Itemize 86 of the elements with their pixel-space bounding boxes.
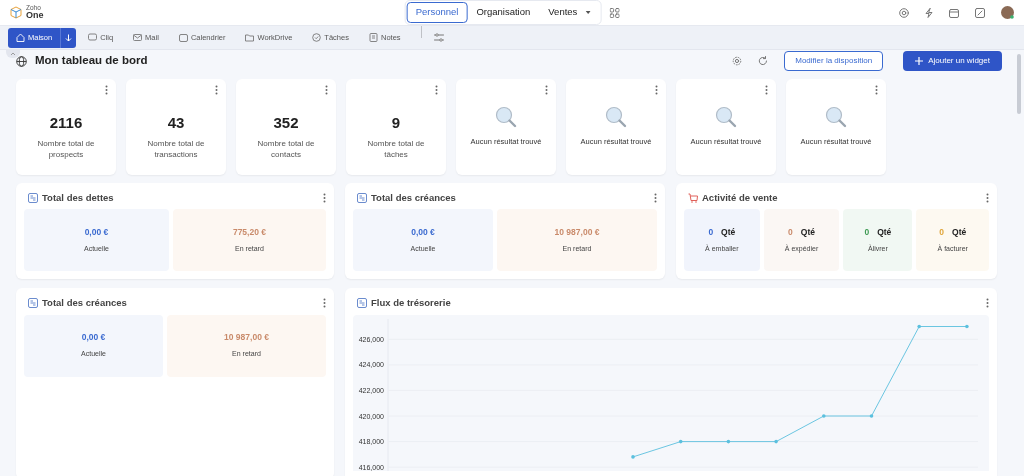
more-icon[interactable]	[765, 85, 768, 95]
widget-title: Activité de vente	[702, 191, 778, 205]
data-point	[965, 324, 969, 328]
chat-icon	[88, 33, 98, 42]
data-point	[917, 324, 921, 328]
quantity-unit: Qté	[721, 226, 736, 239]
amount-value: 10 987,00 €	[554, 226, 600, 239]
amount-value: 10 987,00 €	[224, 331, 269, 345]
report-icon	[28, 193, 38, 204]
activity-count: 0	[864, 226, 870, 239]
stat-value: 9	[391, 112, 401, 133]
workspace-tab[interactable]: Ventes	[539, 2, 600, 23]
avatar-icon[interactable]	[1001, 6, 1014, 19]
more-icon[interactable]	[323, 193, 326, 203]
data-point	[678, 439, 683, 443]
more-icon[interactable]	[986, 193, 989, 203]
workspace-tab[interactable]: Organisation	[467, 2, 540, 23]
more-icon[interactable]	[435, 85, 438, 95]
stat-value: 2116	[49, 112, 83, 133]
edit-layout-button[interactable]: Modifier la disposition	[784, 51, 884, 71]
activity-count: 0	[788, 226, 793, 239]
stat-label: Nombre total de contacts	[256, 138, 316, 161]
cart-icon	[688, 193, 698, 204]
more-icon[interactable]	[654, 193, 657, 203]
page-title: Mon tableau de bord	[35, 53, 148, 69]
stat-label: Nombre total de transactions	[146, 138, 206, 161]
data-point	[726, 439, 731, 443]
widget-title: Total des créances	[371, 191, 456, 205]
data-point	[631, 454, 635, 459]
stat-value: 43	[167, 112, 185, 133]
more-icon[interactable]	[105, 85, 108, 95]
stat-label: Nombre total de prospects	[36, 138, 96, 161]
activity-count: 0	[708, 226, 714, 239]
data-point	[822, 413, 826, 418]
notebook-icon	[368, 33, 378, 42]
more-icon[interactable]	[875, 85, 878, 95]
folder-icon	[245, 33, 255, 42]
home-icon	[16, 33, 25, 42]
cube-logo-icon	[10, 6, 22, 19]
more-icon[interactable]	[655, 85, 658, 95]
stat-value: 352	[273, 112, 299, 133]
settings-icon[interactable]	[732, 56, 743, 66]
more-icon[interactable]	[325, 85, 328, 95]
report-icon	[357, 193, 367, 204]
logo-text: One	[26, 11, 44, 20]
report-icon	[28, 298, 38, 309]
amount-value: 775,20 €	[232, 226, 266, 239]
arrow-down-icon	[65, 33, 73, 42]
data-point	[869, 413, 874, 418]
amount-value: 0,00 €	[81, 331, 106, 345]
note-icon[interactable]	[975, 7, 985, 18]
dropdown-button[interactable]	[60, 27, 77, 48]
calendar-icon[interactable]	[949, 7, 959, 18]
amount-value: 0,00 €	[84, 226, 109, 239]
more-icon[interactable]	[323, 298, 326, 309]
widget-title: Total des créances	[42, 296, 127, 311]
plus-icon	[915, 57, 924, 65]
calendar-icon	[178, 33, 188, 42]
stat-label: Nombre total de tâches	[366, 138, 426, 161]
grid-icon[interactable]	[609, 7, 620, 18]
activity-count: 0	[939, 226, 944, 239]
more-icon[interactable]	[215, 85, 218, 95]
more-icon[interactable]	[545, 85, 548, 95]
refresh-icon[interactable]	[758, 56, 769, 66]
data-point	[774, 439, 778, 443]
more-icon[interactable]	[986, 298, 989, 309]
add-widget-button[interactable]: Ajouter un widget	[903, 51, 1002, 71]
magnifier-icon	[715, 106, 737, 129]
magnifier-icon	[825, 106, 847, 129]
sliders-icon[interactable]	[433, 33, 444, 42]
magnifier-icon	[605, 106, 627, 129]
quantity-unit: Qté	[800, 226, 815, 239]
magnifier-icon	[495, 106, 517, 129]
at-sign-icon[interactable]	[899, 7, 909, 18]
mail-icon	[133, 33, 143, 42]
lightning-icon[interactable]	[925, 7, 933, 18]
widget-title: Flux de trésorerie	[371, 296, 451, 311]
widget-title: Total des dettes	[42, 191, 114, 205]
amount-value: 0,00 €	[411, 226, 435, 239]
scrollbar-thumb[interactable]	[1017, 54, 1021, 114]
globe-icon	[16, 55, 27, 67]
report-icon	[357, 298, 367, 309]
quantity-unit: Qté	[952, 226, 967, 239]
collapse-icon[interactable]	[6, 50, 20, 58]
quantity-unit: Qté	[877, 226, 892, 239]
badge-check-icon	[312, 33, 322, 42]
